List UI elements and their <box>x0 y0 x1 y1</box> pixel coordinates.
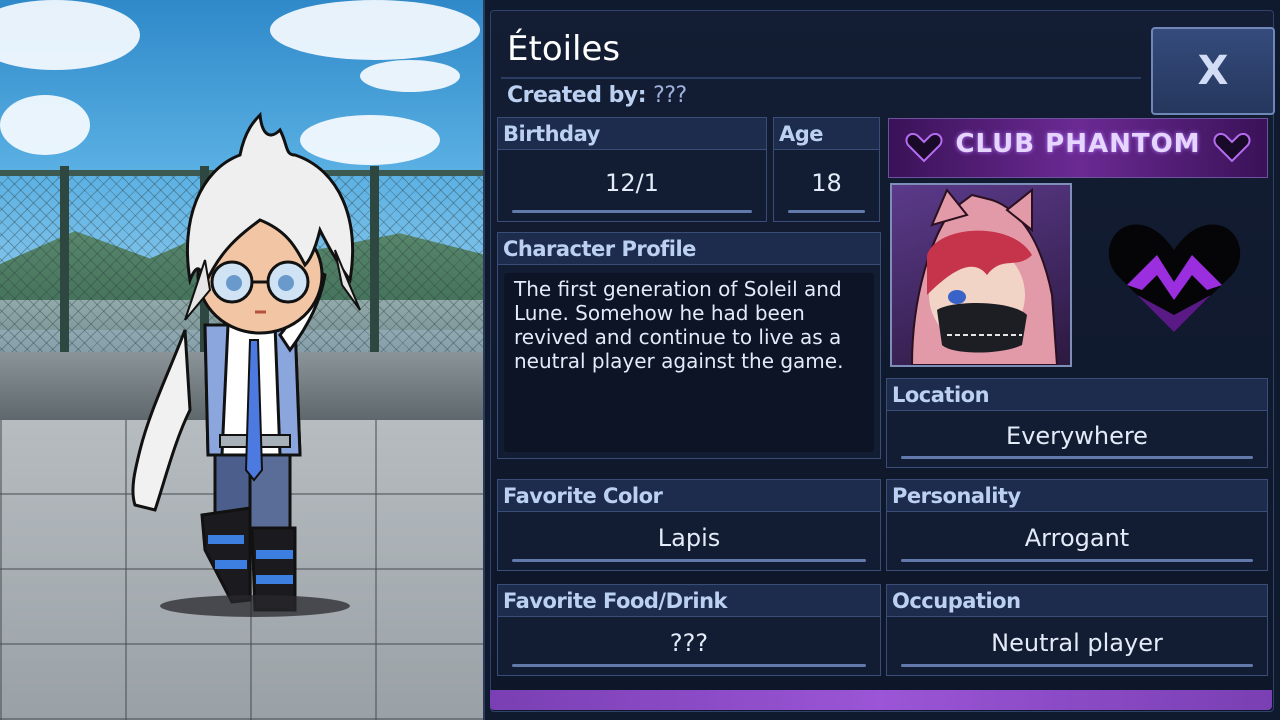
cloud <box>270 0 480 60</box>
age-underline <box>788 210 865 213</box>
fence-post <box>60 166 69 358</box>
close-button[interactable]: X <box>1151 27 1275 115</box>
club-heart-logo-icon <box>1108 224 1241 332</box>
cloud <box>0 95 90 155</box>
occupation-label: Occupation <box>887 585 1267 617</box>
character-profile-text[interactable]: The first generation of Soleil and Lune.… <box>504 273 874 452</box>
location-value[interactable]: Everywhere <box>887 413 1267 459</box>
character-sprite[interactable] <box>110 110 410 620</box>
character-illustration <box>131 111 361 612</box>
character-portrait[interactable] <box>890 183 1072 367</box>
banner-text: CLUB PHANTOM <box>955 129 1201 159</box>
age-value[interactable]: 18 <box>774 152 879 213</box>
cloud <box>360 60 460 92</box>
character-name: Étoiles <box>507 29 621 69</box>
favorite-color-value[interactable]: Lapis <box>498 514 880 562</box>
favorite-food-value[interactable]: ??? <box>498 619 880 667</box>
created-by-value: ??? <box>653 83 687 108</box>
created-by: Created by: ??? <box>507 83 687 108</box>
favorite-food-underline <box>512 664 866 667</box>
birthday-value[interactable]: 12/1 <box>498 152 766 213</box>
portrait-illustration <box>910 187 1059 365</box>
location-field: Location Everywhere <box>886 378 1268 468</box>
age-label: Age <box>774 118 879 150</box>
character-profile-label: Character Profile <box>498 233 880 265</box>
favorite-food-label: Favorite Food/Drink <box>498 585 880 617</box>
banner-heart-icon <box>1213 133 1251 163</box>
personality-field: Personality Arrogant <box>886 479 1268 571</box>
character-profile-panel: Étoiles Created by: ??? X Birthday 12/1 … <box>483 0 1280 720</box>
birthday-label: Birthday <box>498 118 766 150</box>
age-field: Age 18 <box>773 117 880 222</box>
created-by-label: Created by: <box>507 83 647 108</box>
birthday-field: Birthday 12/1 <box>497 117 767 222</box>
club-phantom-banner: CLUB PHANTOM <box>888 118 1268 178</box>
title-divider <box>501 77 1141 79</box>
location-label: Location <box>887 379 1267 411</box>
occupation-value[interactable]: Neutral player <box>887 619 1267 667</box>
favorite-color-field: Favorite Color Lapis <box>497 479 881 571</box>
character-profile-field: Character Profile The first generation o… <box>497 232 881 459</box>
occupation-underline <box>901 664 1253 667</box>
occupation-field: Occupation Neutral player <box>886 584 1268 676</box>
birthday-underline <box>512 210 752 213</box>
personality-underline <box>901 559 1253 562</box>
favorite-color-underline <box>512 559 866 562</box>
favorite-food-field: Favorite Food/Drink ??? <box>497 584 881 676</box>
personality-label: Personality <box>887 480 1267 512</box>
personality-value[interactable]: Arrogant <box>887 514 1267 562</box>
favorite-color-label: Favorite Color <box>498 480 880 512</box>
character-shadow <box>160 595 350 617</box>
location-underline <box>901 456 1253 459</box>
panel-bottom-accent <box>490 690 1272 710</box>
